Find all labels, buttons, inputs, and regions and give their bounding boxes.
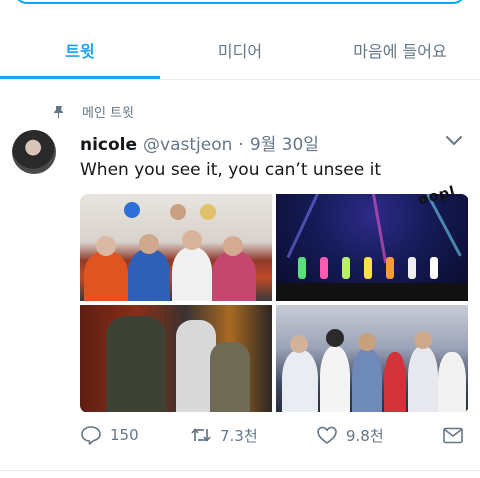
- tweet-header: nicole @vastjeon · 9월 30일: [80, 130, 319, 155]
- retweet-count: 7.3천: [220, 426, 258, 445]
- tweet-actions: 150 7.3천 9.8천: [80, 424, 470, 452]
- reply-button[interactable]: 150: [80, 424, 139, 446]
- media-photo-2[interactable]: [276, 194, 468, 301]
- tab-likes[interactable]: 마음에 들어요: [320, 22, 480, 78]
- media-photo-4[interactable]: [276, 305, 468, 412]
- chevron-down-icon[interactable]: [444, 134, 464, 148]
- media-photo-1[interactable]: [80, 194, 272, 301]
- like-icon: [317, 426, 337, 444]
- pin-icon: [54, 105, 63, 118]
- user-handle[interactable]: @vastjeon: [143, 135, 232, 155]
- tabs-divider: [0, 79, 480, 80]
- avatar[interactable]: [12, 130, 56, 174]
- top-search-strip: [0, 0, 480, 8]
- tweet-text: When you see it, you can’t unsee it: [80, 160, 382, 180]
- message-icon: [443, 427, 463, 444]
- search-bar-edge[interactable]: [14, 0, 466, 4]
- pinned-tweet-label: 메인 트윗: [52, 102, 134, 121]
- like-count: 9.8천: [346, 426, 384, 445]
- tab-media[interactable]: 미디어: [160, 22, 320, 78]
- reply-count: 150: [110, 426, 139, 444]
- retweet-icon: [191, 428, 211, 442]
- tweet-media-grid: [80, 194, 469, 413]
- profile-tabs: 트윗 미디어 마음에 들어요: [0, 22, 480, 80]
- tweet-date[interactable]: 9월 30일: [250, 130, 319, 155]
- like-button[interactable]: 9.8천: [316, 424, 384, 446]
- retweet-button[interactable]: 7.3천: [190, 424, 258, 446]
- tweet-divider: [0, 470, 480, 471]
- direct-message-button[interactable]: [442, 424, 472, 446]
- pinned-label-text: 메인 트윗: [82, 106, 134, 121]
- separator-dot: ·: [238, 135, 244, 155]
- media-photo-3[interactable]: [80, 305, 272, 412]
- user-name[interactable]: nicole: [80, 135, 137, 155]
- tab-tweets[interactable]: 트윗: [0, 22, 160, 78]
- reply-icon: [81, 426, 101, 445]
